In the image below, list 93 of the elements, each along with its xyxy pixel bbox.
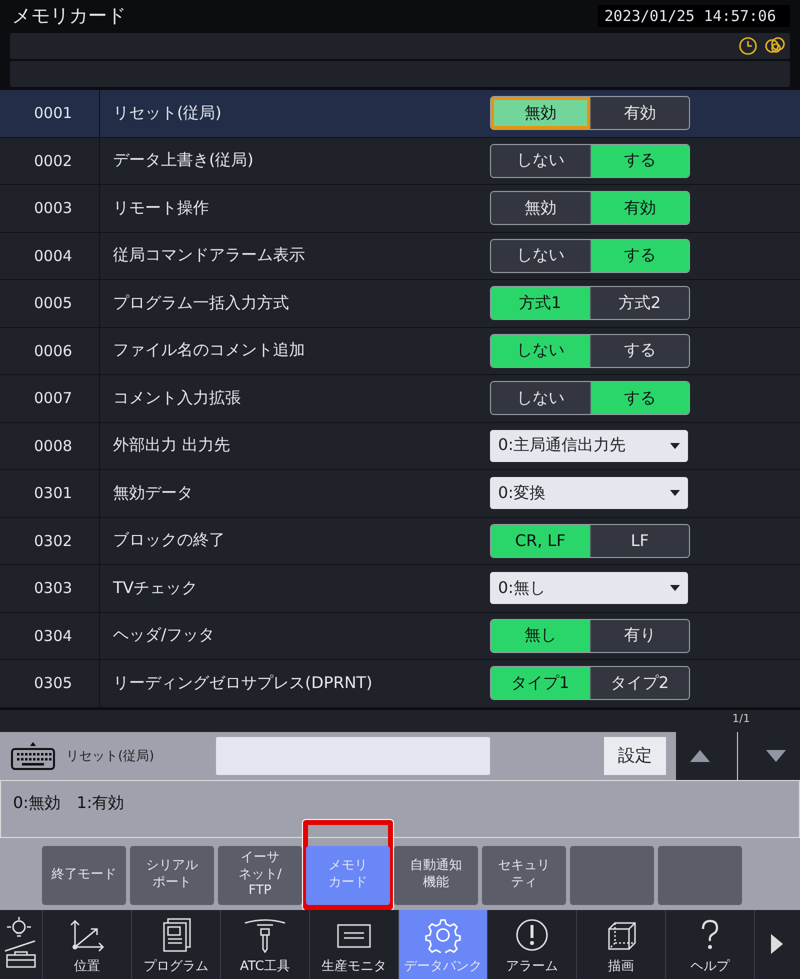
- help-text: 0:無効 1:有効: [0, 780, 800, 838]
- parameter-name: 外部出力 出力先: [112, 435, 232, 456]
- parameter-row[interactable]: 0003 リモート操作 無効 有効: [0, 185, 800, 232]
- option-button[interactable]: しない: [491, 144, 590, 177]
- input-field[interactable]: [216, 736, 490, 774]
- nav-tab[interactable]: アラーム: [488, 910, 577, 979]
- page-indicator: 1/1: [732, 712, 750, 724]
- option-button[interactable]: CR, LF: [491, 524, 590, 557]
- caret-icon: [670, 442, 680, 449]
- parameter-name: リモート操作: [112, 198, 210, 219]
- option-button[interactable]: 有り: [590, 620, 689, 652]
- parameter-number: 0004: [0, 232, 100, 279]
- parameter-name: コメント入力拡張: [112, 388, 242, 409]
- parameter-name: ファイル名のコメント追加: [112, 340, 306, 362]
- parameter-name: リセット(従局): [112, 102, 222, 124]
- spindle-tool-icon: [243, 917, 287, 953]
- dropdown[interactable]: 0:主局通信出力先: [490, 430, 688, 462]
- option-button[interactable]: 方式2: [590, 287, 689, 320]
- option-button[interactable]: する: [590, 382, 689, 414]
- parameter-number: 0304: [0, 612, 100, 659]
- option-button[interactable]: しない: [491, 240, 590, 272]
- linked-circles-icon: [764, 36, 786, 56]
- parameter-number: 0303: [0, 565, 100, 612]
- parameter-row[interactable]: 0002 データ上書き(従局) しない する: [0, 138, 800, 185]
- nav-tab[interactable]: ATC工具: [221, 910, 310, 979]
- parameter-row[interactable]: 0001 リセット(従局) 無効 有効: [0, 90, 800, 138]
- dropdown[interactable]: 0:無し: [490, 572, 688, 604]
- parameter-row[interactable]: 0302 ブロックの終了 CR, LF LF: [0, 518, 800, 565]
- function-button[interactable]: セキュリ ティ: [482, 846, 566, 904]
- parameter-number: 0003: [0, 185, 100, 232]
- option-button[interactable]: しない: [491, 382, 590, 414]
- option-button[interactable]: しない: [491, 334, 590, 367]
- option-button[interactable]: 無し: [491, 620, 590, 652]
- option-button[interactable]: 無効: [491, 97, 590, 130]
- parameter-number: 0305: [0, 660, 100, 706]
- page-up-icon[interactable]: [690, 750, 710, 762]
- parameter-number: 0008: [0, 422, 100, 469]
- alert-icon: [514, 917, 550, 953]
- parameter-row[interactable]: 0006 ファイル名のコメント追加 しない する: [0, 328, 800, 375]
- page-down-icon[interactable]: [766, 750, 786, 762]
- function-button[interactable]: 自動通知 機能: [394, 846, 478, 904]
- function-button[interactable]: イーサ ネット/ FTP: [218, 846, 302, 904]
- nav-tab[interactable]: 位置: [43, 910, 132, 979]
- parameter-number: 0302: [0, 518, 100, 564]
- parameter-name: 無効データ: [112, 482, 194, 504]
- parameter-row[interactable]: 0005 プログラム一括入力方式 方式1 方式2: [0, 280, 800, 328]
- caret-icon: [670, 585, 680, 592]
- parameter-row[interactable]: 0305 リーディングゼロサプレス(DPRNT) タイプ1 タイプ2: [0, 660, 800, 708]
- dropdown[interactable]: 0:変換: [490, 477, 688, 510]
- input-label: リセット(従局): [66, 748, 156, 764]
- clock-icon: [738, 36, 758, 56]
- lamp-toolbox-icon: [3, 915, 39, 970]
- option-button[interactable]: 有効: [590, 192, 689, 224]
- nav-tab[interactable]: ヘルプ: [666, 910, 755, 979]
- option-button[interactable]: 無効: [491, 192, 590, 224]
- parameter-row[interactable]: 0304 ヘッダ/フッタ 無し 有り: [0, 612, 800, 660]
- screen-title: メモリカード: [12, 4, 126, 29]
- parameter-name: 従局コマンドアラーム表示: [112, 245, 306, 266]
- parameter-row[interactable]: 0301 無効データ 0:変換: [0, 470, 800, 518]
- option-button[interactable]: する: [590, 240, 689, 272]
- option-button[interactable]: する: [590, 334, 689, 367]
- parameter-number: 0002: [0, 138, 100, 184]
- option-button[interactable]: する: [590, 144, 689, 177]
- nav-tab[interactable]: 描画: [577, 910, 666, 979]
- set-button[interactable]: 設定: [604, 736, 666, 774]
- next-arrow-icon[interactable]: [771, 934, 783, 954]
- nav-tab[interactable]: プログラム: [132, 910, 221, 979]
- function-button[interactable]: 終了モード: [42, 846, 126, 904]
- parameter-number: 0006: [0, 328, 100, 374]
- caret-icon: [670, 490, 680, 496]
- parameter-name: ヘッダ/フッタ: [112, 625, 216, 646]
- parameter-name: TVチェック: [112, 578, 199, 599]
- parameter-row[interactable]: 0303 TVチェック 0:無し: [0, 565, 800, 612]
- option-button[interactable]: 方式1: [491, 287, 590, 320]
- parameter-number: 0001: [0, 90, 100, 136]
- option-button[interactable]: タイプ2: [590, 667, 689, 700]
- parameter-number: 0007: [0, 375, 100, 422]
- parameter-name: データ上書き(従局): [112, 150, 254, 172]
- parameter-number: 0005: [0, 280, 100, 326]
- option-button[interactable]: タイプ1: [491, 667, 590, 700]
- function-button[interactable]: シリアル ポート: [130, 846, 214, 904]
- parameter-name: ブロックの終了: [112, 530, 226, 552]
- datetime: 2023/01/25 14:57:06: [598, 5, 790, 27]
- settings-icon: [424, 917, 462, 953]
- parameter-name: リーディングゼロサプレス(DPRNT): [112, 672, 374, 694]
- keyboard-icon[interactable]: [10, 740, 56, 770]
- parameter-row[interactable]: 0007 コメント入力拡張 しない する: [0, 375, 800, 422]
- parameter-name: プログラム一括入力方式: [112, 292, 290, 314]
- option-button[interactable]: 有効: [590, 97, 689, 130]
- parameter-row[interactable]: 0004 従局コマンドアラーム表示 しない する: [0, 232, 800, 280]
- parameter-row[interactable]: 0008 外部出力 出力先 0:主局通信出力先: [0, 422, 800, 470]
- parameter-number: 0301: [0, 470, 100, 516]
- option-button[interactable]: LF: [590, 524, 689, 557]
